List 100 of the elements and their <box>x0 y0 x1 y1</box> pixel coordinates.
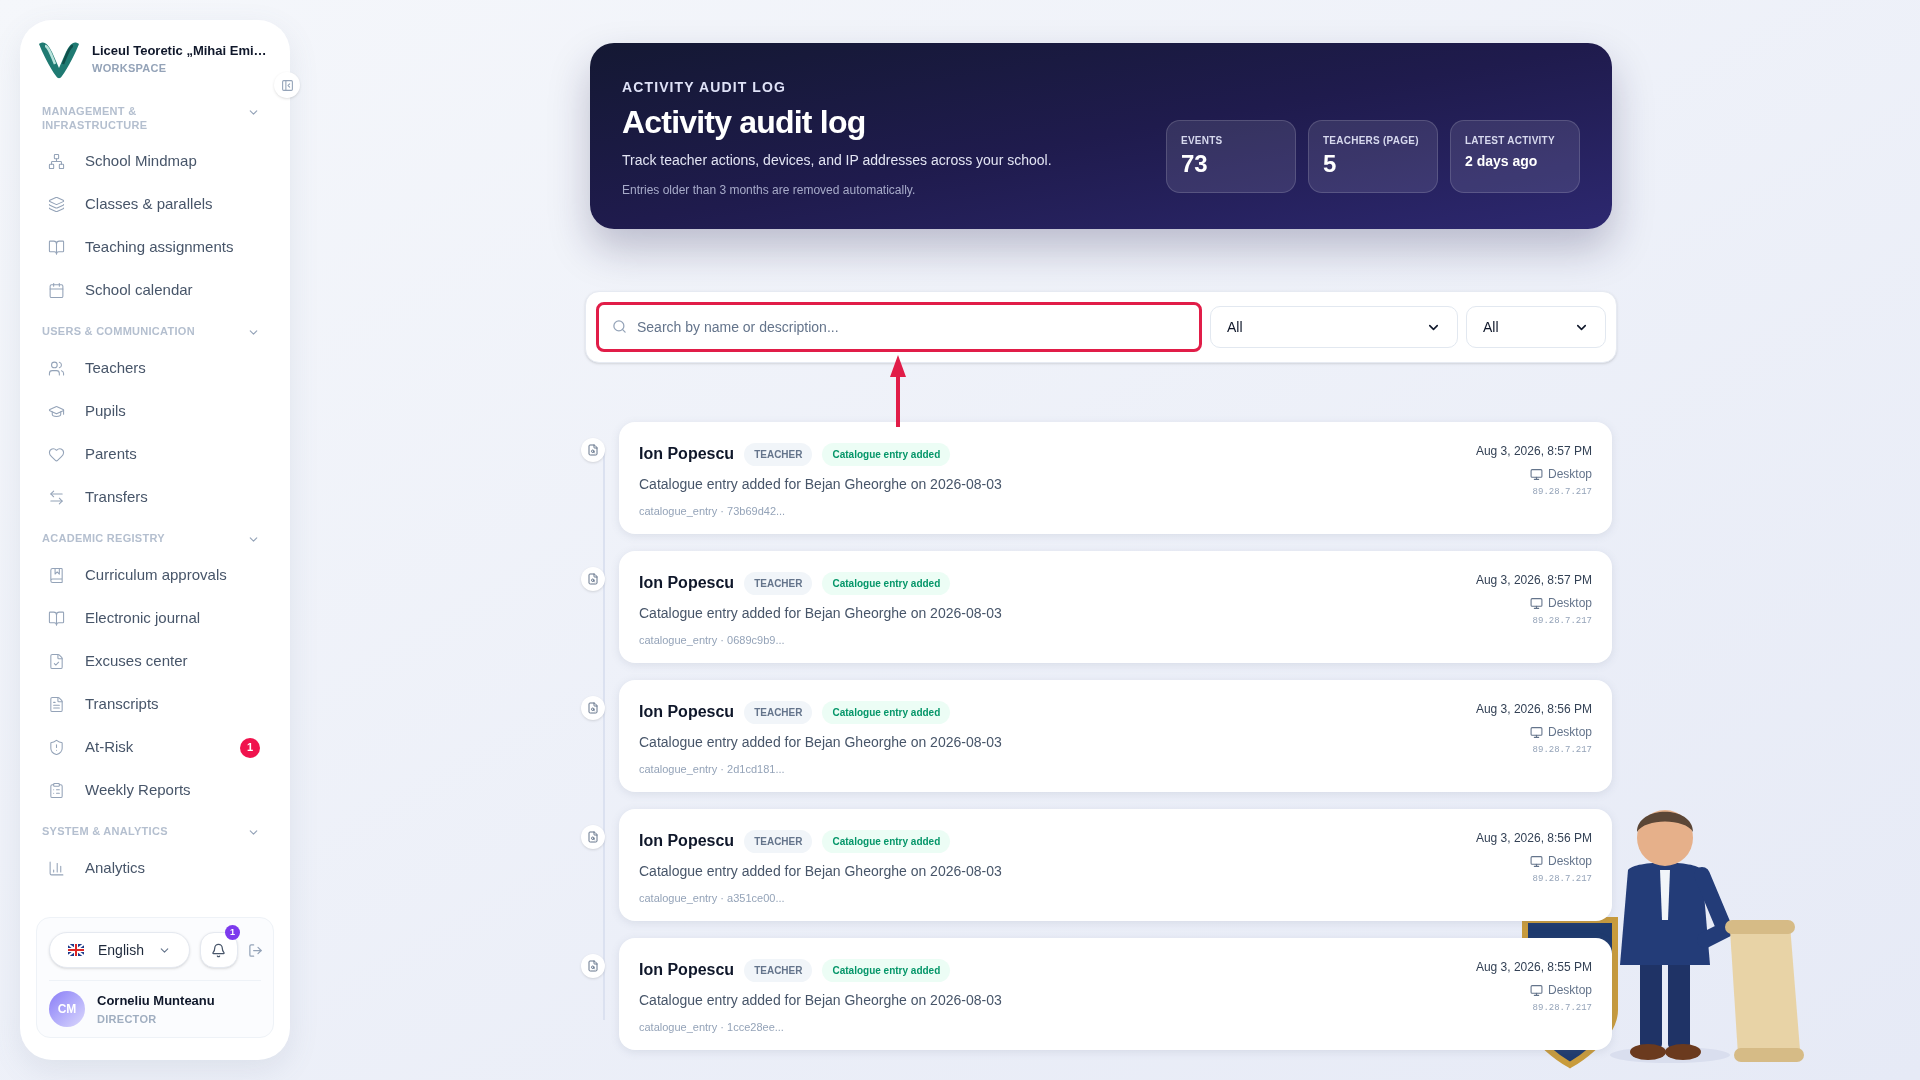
entry-timestamp: Aug 3, 2026, 8:56 PM <box>1475 701 1592 718</box>
stat-value: 5 <box>1323 149 1338 178</box>
monitor-icon <box>1529 725 1543 739</box>
monitor-icon <box>1529 983 1543 997</box>
role-badge: TEACHER <box>744 829 813 853</box>
ip-address: 89.28.7.217 <box>1532 873 1592 886</box>
shield-alert-icon <box>48 739 65 756</box>
device-label: Desktop <box>1547 724 1592 741</box>
sidebar-item[interactable]: Excuses center <box>42 640 268 683</box>
device-label: Desktop <box>1547 853 1592 870</box>
entry-timestamp: Aug 3, 2026, 8:57 PM <box>1475 572 1592 589</box>
entry-description: Catalogue entry added for Bejan Gheorghe on 2026-08-03 <box>639 475 1002 494</box>
ip-address: 89.28.7.217 <box>1532 744 1592 757</box>
log-entry-card[interactable]: Ion Popescu TEACHER Catalogue entry added Catalogue entry added for Bejan Gheorghe on 2026-08-03 catalogue_entry · a351ce00... Aug 3, 2026, 8:56 PM Desktop 89.28.7.217 <box>619 809 1612 921</box>
role-badge: TEACHER <box>744 700 813 724</box>
document-icon <box>48 696 65 713</box>
flag-icon <box>68 944 84 956</box>
entry-description: Catalogue entry added for Bejan Gheorghe on 2026-08-03 <box>639 991 1002 1010</box>
collapse-sidebar-button[interactable] <box>274 72 300 98</box>
teacher-name: Ion Popescu <box>639 573 735 593</box>
sidebar-item[interactable]: Electronic journal <box>42 597 268 640</box>
entry-description: Catalogue entry added for Bejan Gheorghe on 2026-08-03 <box>639 862 1002 881</box>
stat-value: 73 <box>1181 149 1209 178</box>
sidebar-item[interactable]: Teaching assignments <box>42 226 268 269</box>
role-badge: TEACHER <box>744 571 813 595</box>
ip-address: 89.28.7.217 <box>1532 486 1592 499</box>
user-role: DIRECTOR <box>97 1011 158 1027</box>
file-search-icon <box>587 702 599 714</box>
filter-select[interactable]: All <box>1210 306 1458 348</box>
teacher-name: Ion Popescu <box>639 444 735 464</box>
user-name: Corneliu Munteanu <box>97 992 215 1010</box>
entry-timestamp: Aug 3, 2026, 8:55 PM <box>1475 959 1592 976</box>
file-check-icon <box>48 653 65 670</box>
sidebar-item[interactable]: Transcripts <box>42 683 268 726</box>
count-badge: 1 <box>240 737 260 758</box>
book-icon <box>48 239 65 256</box>
log-entry-card[interactable]: Ion Popescu TEACHER Catalogue entry added Catalogue entry added for Bejan Gheorghe on 2026-08-03 catalogue_entry · 1cce28ee... Aug 3, 2026, 8:55 PM Desktop 89.28.7.217 <box>619 938 1612 1050</box>
entry-reference: catalogue_entry · 73b69d42... <box>639 504 787 519</box>
monitor-icon <box>1529 854 1543 868</box>
entry-reference: catalogue_entry · 0689c9b9... <box>639 633 786 648</box>
entry-reference: catalogue_entry · a351ce00... <box>639 891 786 906</box>
teacher-name: Ion Popescu <box>639 960 735 980</box>
file-search-icon <box>587 573 599 585</box>
sidebar-item[interactable]: Curriculum approvals <box>42 554 268 597</box>
annotation-arrow <box>890 355 906 427</box>
device-label: Desktop <box>1547 466 1592 483</box>
file-search-icon <box>587 831 599 843</box>
page-subtitle: Track teacher actions, devices, and IP addresses across your school. <box>622 151 1052 170</box>
file-search-icon <box>587 444 599 456</box>
clipboard-icon <box>48 782 65 799</box>
ip-address: 89.28.7.217 <box>1532 615 1592 628</box>
ip-address: 89.28.7.217 <box>1532 1002 1592 1015</box>
retention-note: Entries older than 3 months are removed automatically. <box>622 182 917 199</box>
role-badge: TEACHER <box>744 442 813 466</box>
teacher-name: Ion Popescu <box>639 702 735 722</box>
entry-description: Catalogue entry added for Bejan Gheorghe on 2026-08-03 <box>639 733 1002 752</box>
book-icon <box>48 610 65 627</box>
sidebar-item[interactable]: Teachers <box>42 347 268 390</box>
sitemap-icon <box>48 153 65 170</box>
teacher-name: Ion Popescu <box>639 831 735 851</box>
sidebar-item[interactable]: School Mindmap <box>42 140 268 183</box>
arrows-icon <box>48 489 65 506</box>
log-entry-card[interactable]: Ion Popescu TEACHER Catalogue entry added Catalogue entry added for Bejan Gheorghe on 2026-08-03 catalogue_entry · 73b69d42... Aug 3, 2026, 8:57 PM Desktop 89.28.7.217 <box>619 422 1612 534</box>
entry-reference: catalogue_entry · 2d1cd181... <box>639 762 786 777</box>
collapse-icon <box>280 78 294 92</box>
sidebar-item[interactable]: School calendar <box>42 269 268 312</box>
entry-reference: catalogue_entry · 1cce28ee... <box>639 1020 785 1035</box>
calendar-icon <box>48 282 65 299</box>
action-badge: Catalogue entry added <box>822 442 951 466</box>
bar-chart-icon <box>48 860 65 877</box>
role-badge: TEACHER <box>744 958 813 982</box>
entry-timestamp: Aug 3, 2026, 8:56 PM <box>1475 830 1592 847</box>
stat-label: TEACHERS (PAGE) <box>1323 133 1420 148</box>
sidebar-item[interactable]: Weekly Reports <box>42 769 268 812</box>
bell-icon <box>211 942 227 958</box>
log-entry-card[interactable]: Ion Popescu TEACHER Catalogue entry added Catalogue entry added for Bejan Gheorghe on 2026-08-03 catalogue_entry · 2d1cd181... Aug 3, 2026, 8:56 PM Desktop 89.28.7.217 <box>619 680 1612 792</box>
filter-select[interactable]: All <box>1466 306 1606 348</box>
user-avatar: CM <box>49 991 85 1027</box>
file-search-icon <box>587 960 599 972</box>
device-label: Desktop <box>1547 982 1592 999</box>
users-icon <box>48 360 65 377</box>
sidebar-item[interactable]: Classes & parallels <box>42 183 268 226</box>
monitor-icon <box>1529 596 1543 610</box>
sidebar-item[interactable]: Parents <box>42 433 268 476</box>
stat-label: LATEST ACTIVITY <box>1465 133 1556 148</box>
language-select[interactable]: English <box>49 932 190 968</box>
entry-timestamp: Aug 3, 2026, 8:57 PM <box>1475 443 1592 460</box>
graduation-cap-icon <box>48 403 65 420</box>
logout-icon <box>247 942 263 958</box>
search-field[interactable]: Search by name or description... <box>596 302 1202 352</box>
sidebar-item[interactable]: Transfers <box>42 476 268 519</box>
heart-icon <box>48 446 65 463</box>
sidebar-item[interactable]: Pupils <box>42 390 268 433</box>
sidebar-item[interactable]: Analytics <box>42 847 268 890</box>
device-label: Desktop <box>1547 595 1592 612</box>
bookmark-book-icon <box>48 567 65 584</box>
action-badge: Catalogue entry added <box>822 700 951 724</box>
action-badge: Catalogue entry added <box>822 571 951 595</box>
sidebar-item[interactable]: At-Risk 1 <box>42 726 268 769</box>
log-entry-card[interactable]: Ion Popescu TEACHER Catalogue entry added Catalogue entry added for Bejan Gheorghe on 2026-08-03 catalogue_entry · 0689c9b9... Aug 3, 2026, 8:57 PM Desktop 89.28.7.217 <box>619 551 1612 663</box>
